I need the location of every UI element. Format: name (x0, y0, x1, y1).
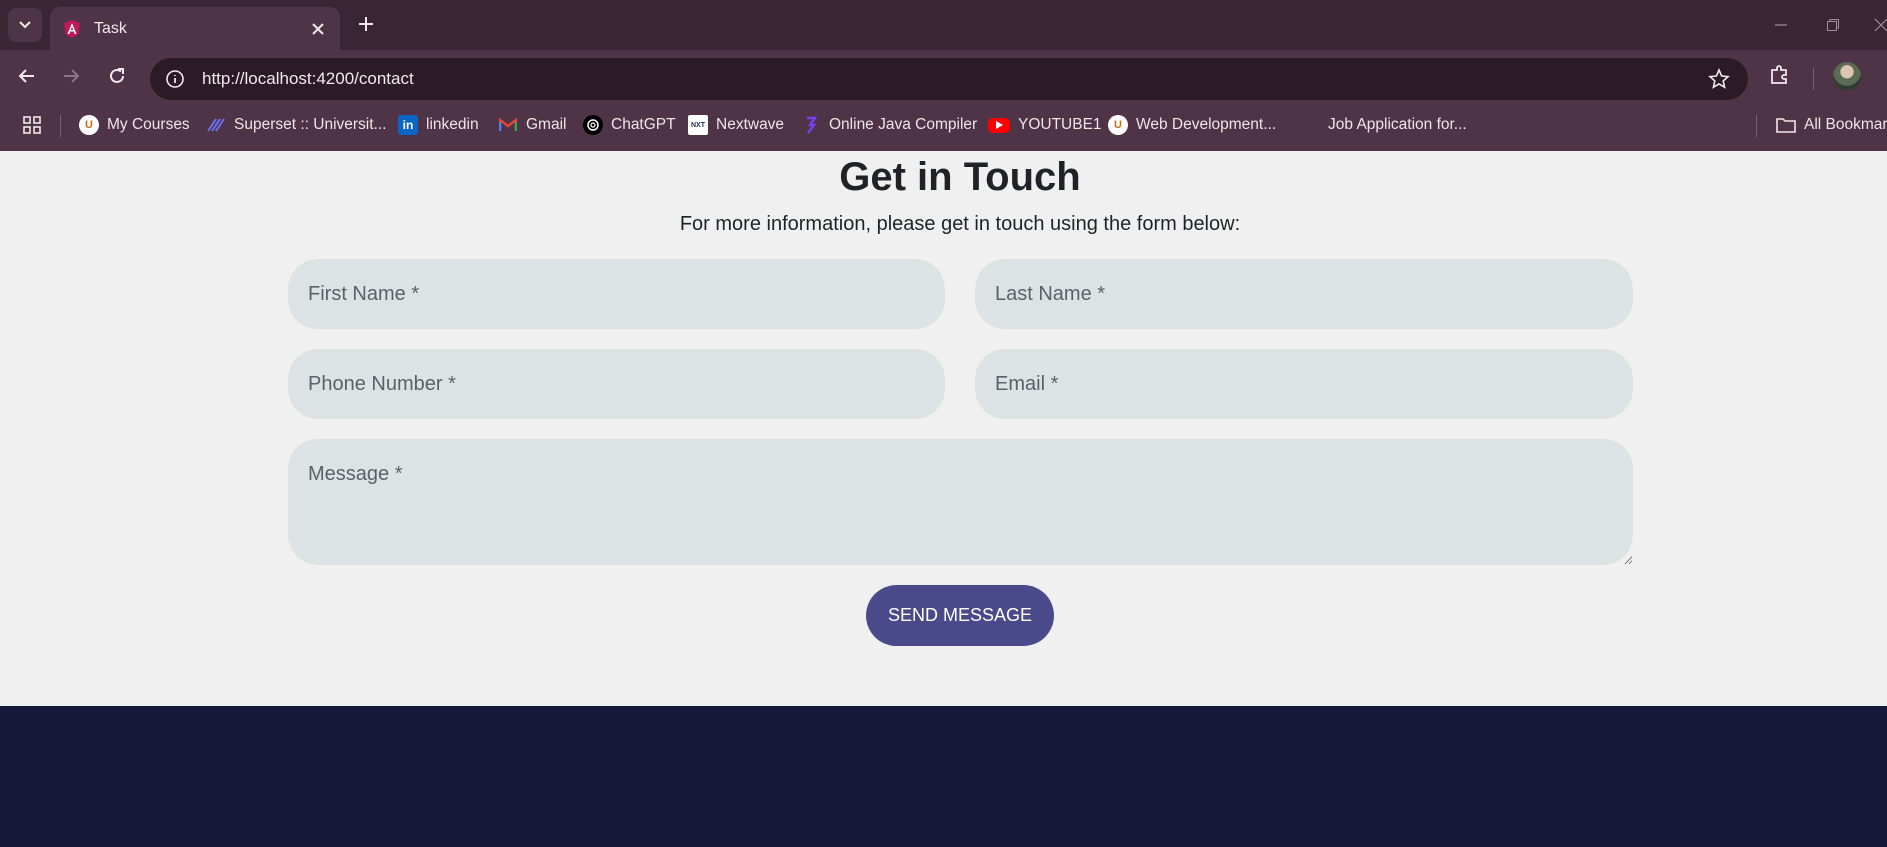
reload-icon (110, 68, 124, 83)
bookmark-job-application[interactable]: Job Application for... (1328, 113, 1467, 137)
browser-toolbar: http://localhost:4200/contact (0, 50, 1887, 100)
first-name-input[interactable] (288, 259, 945, 329)
bookmark-label: Superset :: Universit... (234, 116, 387, 133)
forward-button[interactable] (58, 63, 84, 89)
toolbar-divider (1813, 68, 1814, 90)
angular-icon (64, 19, 80, 38)
puzzle-icon (1771, 65, 1787, 84)
bookmark-label: Gmail (526, 116, 567, 133)
arrow-right-icon (64, 69, 80, 83)
tab-title: Task (94, 19, 127, 37)
extensions-button[interactable] (1768, 63, 1794, 89)
send-message-label: SEND MESSAGE (887, 605, 1033, 625)
bookmark-label: linkedin (426, 116, 479, 133)
bookmark-label: My Courses (107, 116, 190, 133)
bookmark-online-java-compiler[interactable]: Online Java Compiler (801, 113, 977, 137)
page-footer (0, 706, 1887, 847)
bookmark-my-courses[interactable]: U My Courses (79, 113, 190, 137)
bookmark-label: Job Application for... (1328, 116, 1467, 133)
page-title: Get in Touch (839, 155, 1081, 199)
plus-icon (359, 17, 373, 31)
bookmark-superset[interactable]: Superset :: Universit... (206, 113, 386, 137)
reload-button[interactable] (104, 63, 130, 89)
restore-button[interactable] (1822, 14, 1844, 36)
folder-icon (1776, 115, 1796, 135)
minimize-button[interactable] (1770, 14, 1792, 36)
tab-search-button[interactable] (8, 8, 42, 42)
last-name-input[interactable] (975, 259, 1633, 329)
tab-task[interactable]: Task (50, 7, 340, 50)
university-logo-icon: U (79, 115, 99, 135)
send-message-button[interactable]: SEND MESSAGE (866, 585, 1054, 646)
youtube-icon (988, 117, 1010, 133)
back-button[interactable] (14, 63, 40, 89)
nextwave-icon: NXT (688, 115, 708, 135)
arrow-left-icon (18, 69, 34, 83)
minimize-icon (1775, 24, 1787, 26)
close-icon (1874, 18, 1887, 32)
profile-avatar[interactable] (1833, 62, 1861, 90)
compiler-icon (801, 115, 821, 135)
bookmark-nextwave[interactable]: NXT Nextwave (688, 113, 784, 137)
bookmark-label: YOUTUBE1 (1018, 116, 1102, 133)
phone-number-input[interactable] (288, 349, 945, 419)
close-tab-icon[interactable] (308, 19, 328, 39)
address-bar[interactable]: http://localhost:4200/contact (150, 58, 1748, 100)
bookmark-label: All Bookmarks (1804, 116, 1887, 133)
gmail-icon (498, 115, 518, 135)
bookmark-linkedin[interactable]: in linkedin (398, 113, 479, 137)
all-bookmarks-folder[interactable]: All Bookmarks (1776, 113, 1887, 137)
url-text[interactable]: http://localhost:4200/contact (202, 69, 1748, 89)
site-info-icon[interactable] (164, 68, 186, 90)
restore-icon (1827, 19, 1839, 31)
bookmark-label: Online Java Compiler (829, 116, 978, 133)
browser-chrome: Task http://localhost:4200/contact U My … (0, 0, 1887, 151)
bookmarks-divider (60, 115, 61, 137)
bookmarks-bar: U My Courses Superset :: Universit... in… (0, 100, 1887, 151)
bookmark-chatgpt[interactable]: ChatGPT (583, 113, 676, 137)
chatgpt-icon (583, 115, 603, 135)
bookmark-label: ChatGPT (611, 116, 676, 133)
superset-icon (206, 115, 226, 135)
apps-grid-icon[interactable] (22, 115, 42, 135)
chevron-down-icon (19, 21, 31, 29)
page-subtitle: For more information, please get in touc… (679, 213, 1241, 235)
message-textarea[interactable] (288, 439, 1633, 565)
bookmark-web-development[interactable]: U Web Development... (1108, 113, 1276, 137)
university-logo-icon: U (1108, 115, 1128, 135)
bookmark-star-icon[interactable] (1708, 67, 1730, 90)
contact-page: Get in Touch For more information, pleas… (0, 151, 1887, 706)
bookmark-label: Web Development... (1136, 116, 1277, 133)
email-input[interactable] (975, 349, 1633, 419)
bookmark-youtube1[interactable]: YOUTUBE1 (988, 113, 1102, 137)
linkedin-icon: in (398, 115, 418, 135)
bookmark-gmail[interactable]: Gmail (498, 113, 566, 137)
bookmarks-divider (1756, 115, 1757, 137)
new-tab-button[interactable] (354, 12, 378, 36)
bookmark-label: Nextwave (716, 116, 785, 133)
close-window-button[interactable] (1870, 14, 1887, 36)
tab-strip: Task (0, 0, 1887, 50)
